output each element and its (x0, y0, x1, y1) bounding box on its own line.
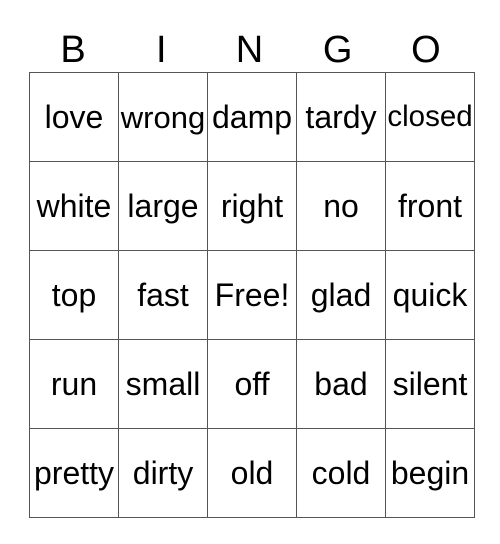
bingo-cell[interactable]: off (207, 339, 297, 429)
bingo-row: white large right no front (29, 161, 475, 251)
bingo-cell[interactable]: wrong (118, 72, 208, 162)
cell-word: right (220, 188, 284, 224)
bingo-cell[interactable]: white (29, 161, 119, 251)
header-letter-b: B (60, 29, 86, 71)
cell-word: closed (387, 100, 473, 134)
bingo-row: pretty dirty old cold begin (29, 428, 475, 518)
cell-word: small (125, 366, 201, 402)
cell-word: love (44, 99, 104, 135)
bingo-row: top fast Free! glad quick (29, 250, 475, 340)
bingo-cell[interactable]: closed (385, 72, 475, 162)
cell-word: tardy (305, 99, 377, 135)
header-letter-i: I (156, 29, 167, 71)
bingo-cell[interactable]: small (118, 339, 208, 429)
bingo-cell[interactable]: glad (296, 250, 386, 340)
cell-word: bad (314, 366, 368, 402)
cell-word: pretty (33, 455, 115, 491)
bingo-cell[interactable]: large (118, 161, 208, 251)
cell-word: dirty (132, 455, 194, 491)
cell-word: white (36, 188, 112, 224)
bingo-cell[interactable]: old (207, 428, 297, 518)
bingo-cell[interactable]: dirty (118, 428, 208, 518)
bingo-cell[interactable]: Free! (207, 250, 297, 340)
cell-word: Free! (214, 277, 290, 313)
bingo-cell[interactable]: cold (296, 428, 386, 518)
bingo-grid: love wrong damp tardy closed white large right n… (29, 72, 475, 518)
bingo-header: B I N G O (29, 28, 470, 72)
cell-word: old (230, 455, 274, 491)
header-letter-o: O (411, 29, 441, 71)
bingo-cell[interactable]: pretty (29, 428, 119, 518)
cell-word: damp (211, 99, 293, 135)
bingo-cell[interactable]: run (29, 339, 119, 429)
bingo-row: run small off bad silent (29, 339, 475, 429)
cell-word: cold (311, 455, 371, 491)
bingo-cell[interactable]: love (29, 72, 119, 162)
cell-word: silent (392, 366, 468, 402)
header-letter-g: G (322, 29, 353, 71)
bingo-cell[interactable]: right (207, 161, 297, 251)
cell-word: wrong (120, 99, 206, 135)
bingo-cell[interactable]: top (29, 250, 119, 340)
cell-word: run (50, 366, 98, 402)
cell-word: begin (390, 455, 470, 491)
cell-word: front (397, 188, 463, 224)
cell-word: large (127, 188, 199, 224)
bingo-cell[interactable]: damp (207, 72, 297, 162)
bingo-cell[interactable]: no (296, 161, 386, 251)
cell-word: off (234, 366, 270, 402)
bingo-cell[interactable]: bad (296, 339, 386, 429)
bingo-cell[interactable]: tardy (296, 72, 386, 162)
cell-word: fast (137, 277, 189, 313)
bingo-cell[interactable]: quick (385, 250, 475, 340)
cell-word: no (323, 188, 359, 224)
header-letter-n: N (235, 29, 264, 71)
cell-word: quick (392, 277, 468, 313)
bingo-row: love wrong damp tardy closed (29, 72, 475, 162)
cell-word: glad (310, 277, 372, 313)
bingo-cell[interactable]: fast (118, 250, 208, 340)
bingo-cell[interactable]: silent (385, 339, 475, 429)
cell-word: top (51, 277, 97, 313)
bingo-cell[interactable]: begin (385, 428, 475, 518)
bingo-cell[interactable]: front (385, 161, 475, 251)
